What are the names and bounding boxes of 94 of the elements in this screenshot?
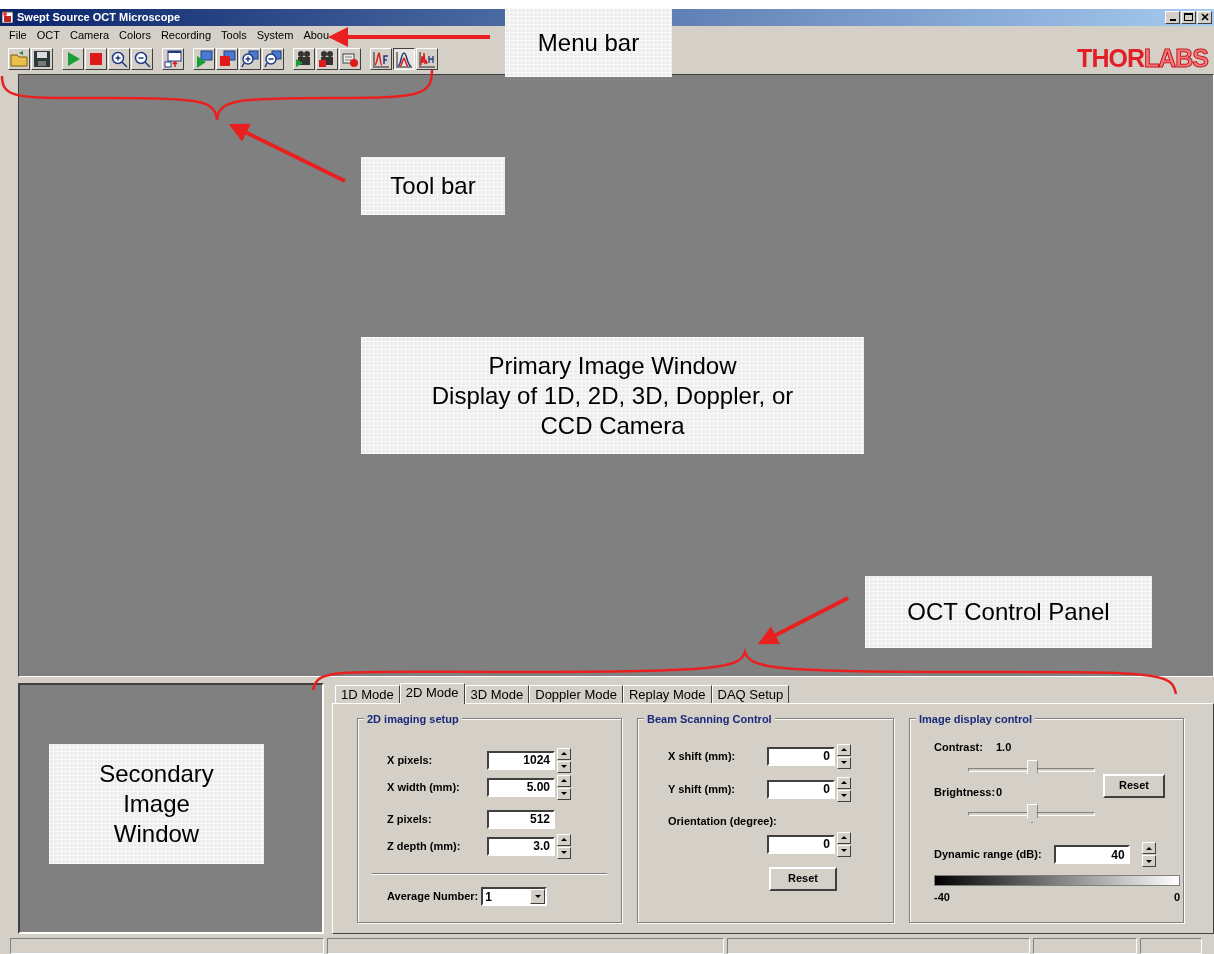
number-field[interactable]: 0 — [767, 779, 835, 799]
floppy-icon — [33, 49, 51, 68]
app-icon — [2, 11, 13, 24]
caret-icon — [530, 889, 546, 905]
spinner[interactable] — [837, 776, 851, 802]
chart-icon — [395, 49, 413, 68]
menu-item[interactable]: Camera — [64, 26, 115, 44]
maximize-icon — [1184, 13, 1193, 22]
tab[interactable]: DAQ Setup — [711, 684, 790, 703]
slider-label: Contrast: — [934, 740, 984, 756]
zoom-out-icon — [133, 49, 151, 68]
spinner[interactable] — [557, 833, 571, 859]
scale-label: -40 — [934, 890, 950, 906]
number-field[interactable]: 40 — [1053, 845, 1130, 865]
field-label: Y shift (mm): — [668, 781, 737, 797]
tab[interactable]: 1D Mode — [335, 684, 400, 703]
spin-down-button[interactable] — [557, 846, 571, 859]
spin-up-button[interactable] — [557, 747, 571, 760]
number-field[interactable]: 0 — [767, 746, 835, 766]
callout-label: OCT Control Panel — [865, 576, 1152, 648]
window-title: Swept Source OCT Microscope — [17, 10, 181, 26]
spinner[interactable] — [837, 831, 851, 857]
number-field[interactable]: 1024 — [487, 750, 555, 770]
spin-down-button[interactable] — [837, 789, 851, 802]
zoom-in-icon — [110, 49, 128, 68]
chart-icon — [418, 49, 436, 68]
screen-stop-icon — [218, 49, 236, 68]
callout-label: Menu bar — [505, 8, 672, 77]
spinner[interactable] — [557, 774, 571, 800]
number-field[interactable]: 0 — [767, 834, 835, 854]
spin-down-button[interactable] — [837, 756, 851, 769]
spin-up-button[interactable] — [837, 743, 851, 756]
menu-item[interactable]: File — [4, 26, 32, 44]
zoom-out-icon — [264, 49, 282, 68]
field-label: X width (mm): — [387, 779, 461, 795]
spin-up-button[interactable] — [557, 774, 571, 787]
status-pane — [1140, 938, 1202, 954]
spinner[interactable] — [557, 747, 571, 773]
field-label: X shift (mm): — [668, 748, 737, 764]
menu-item[interactable]: Abou — [298, 26, 335, 44]
window-icon — [164, 49, 182, 68]
callout-label: Tool bar — [361, 157, 505, 215]
callout-label: Secondary Image Window — [49, 744, 264, 864]
field-label: Average Number: — [387, 889, 479, 905]
field-label: Dynamic range (dB): — [934, 847, 1042, 863]
tab[interactable]: Replay Mode — [622, 684, 712, 703]
spin-down-button[interactable] — [557, 760, 571, 773]
spin-up-button[interactable] — [837, 831, 851, 844]
menu-item[interactable]: Recording — [155, 26, 217, 44]
field-label: X pixels: — [387, 752, 434, 768]
slider-value: 1.0 — [996, 740, 1012, 756]
slider-value: 0 — [996, 784, 1003, 800]
spin-down-button[interactable] — [837, 844, 851, 857]
field-label: Z depth (mm): — [387, 838, 462, 854]
tab[interactable]: 2D Mode — [399, 682, 465, 704]
number-field[interactable]: 512 — [487, 809, 555, 829]
film-camera-icon — [318, 49, 336, 68]
slider-thumb[interactable] — [1026, 759, 1038, 779]
zoom-in-icon — [241, 49, 259, 68]
spin-down-button[interactable] — [1141, 855, 1156, 868]
toolbar-button[interactable] — [393, 47, 415, 70]
chart-icon — [372, 49, 390, 68]
tab[interactable]: 3D Mode — [464, 684, 530, 703]
field-label: Orientation (degree): — [668, 814, 777, 830]
menu-item[interactable]: Tools — [216, 26, 252, 44]
spin-up-button[interactable] — [1141, 842, 1156, 855]
average-dropdown[interactable]: 1 — [481, 887, 548, 907]
slider-thumb[interactable] — [1026, 804, 1038, 824]
menu-item[interactable]: Colors — [114, 26, 156, 44]
spinner[interactable] — [837, 743, 851, 769]
maximize-button[interactable] — [1181, 11, 1196, 24]
field-label: Z pixels: — [387, 811, 433, 827]
close-button[interactable] — [1197, 11, 1212, 24]
menu-item[interactable]: OCT — [31, 26, 65, 44]
spin-up-button[interactable] — [557, 833, 571, 846]
slider-track[interactable] — [968, 759, 1095, 780]
scale-label: 0 — [1173, 890, 1180, 906]
close-icon — [1200, 13, 1209, 22]
spin-up-button[interactable] — [837, 776, 851, 789]
screen-play-icon — [195, 49, 213, 68]
number-field[interactable]: 5.00 — [487, 777, 555, 797]
reset-button[interactable]: Reset — [769, 866, 837, 891]
folder-icon — [10, 49, 28, 68]
menu-item[interactable]: System — [251, 26, 299, 44]
reset-button[interactable]: Reset — [1103, 773, 1165, 798]
film-camera-icon — [295, 49, 313, 68]
number-field[interactable]: 3.0 — [487, 836, 555, 856]
logo: THORLABS — [1077, 46, 1208, 72]
slider-track[interactable] — [968, 804, 1095, 825]
slider-label: Brightness: — [934, 784, 996, 800]
minimize-button[interactable] — [1165, 11, 1180, 24]
spin-down-button[interactable] — [557, 787, 571, 800]
tab[interactable]: Doppler Mode — [529, 684, 623, 703]
callout-label: Primary Image Window Display of 1D, 2D, 3D, Doppler, or CCD Camera — [361, 337, 864, 454]
